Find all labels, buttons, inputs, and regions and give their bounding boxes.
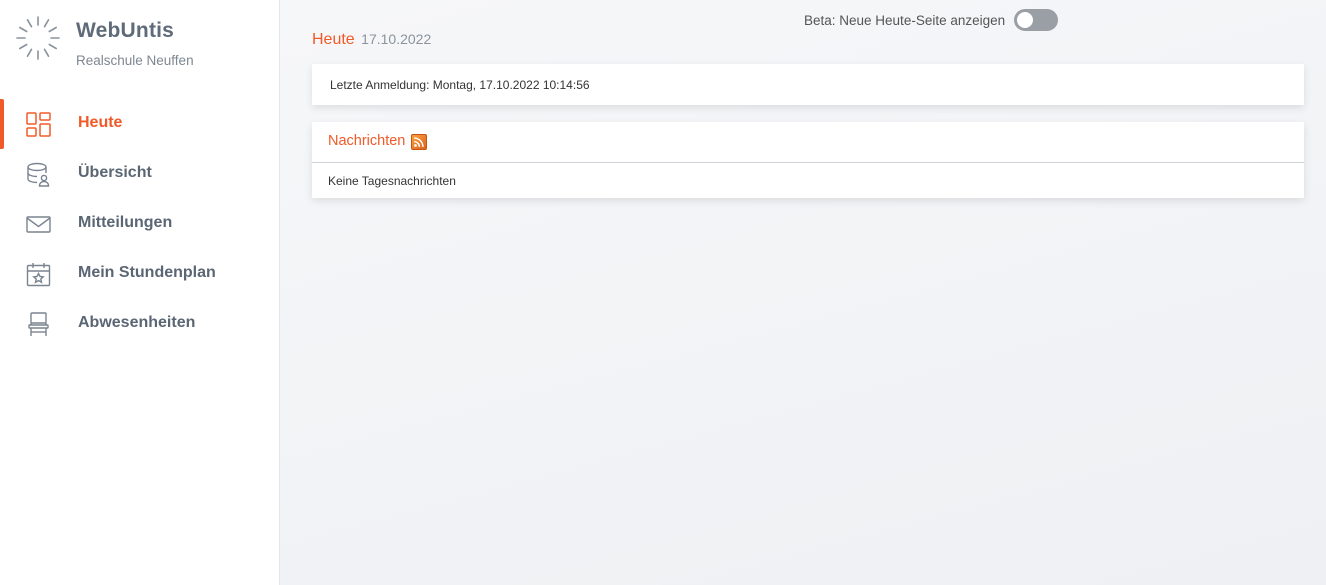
sidebar-item-uebersicht[interactable]: Übersicht [0,149,279,199]
main-content: Beta: Neue Heute-Seite anzeigen Heute 17… [280,0,1326,585]
last-login-card: Letzte Anmeldung: Montag, 17.10.2022 10:… [312,64,1304,105]
main-nav: Heute Übersicht Mitteilungen Mein Stunde… [0,99,279,349]
rss-feed-icon[interactable] [411,134,427,150]
sidebar-item-heute[interactable]: Heute [0,99,279,149]
toggle-knob [1017,12,1034,28]
sidebar-item-label: Mein Stundenplan [78,264,216,281]
calendar-star-icon [26,263,51,287]
news-card-header: Nachrichten [312,122,1304,163]
page-heading: Heute 17.10.2022 [312,31,431,49]
last-login-text: Letzte Anmeldung: Montag, 17.10.2022 10:… [330,78,590,92]
news-card: Nachrichten Keine Tagesnachrichten [312,122,1304,198]
database-user-icon [27,162,50,187]
beta-toggle-label: Beta: Neue Heute-Seite anzeigen [804,12,1006,28]
beta-toggle-row: Beta: Neue Heute-Seite anzeigen [804,9,1059,31]
sidebar-item-mitteilungen[interactable]: Mitteilungen [0,199,279,249]
school-name: Realschule Neuffen [76,53,194,68]
news-empty-text: Keine Tagesnachrichten [328,174,456,188]
webuntis-logo-icon [16,16,60,60]
envelope-icon [26,216,51,233]
brand-title: WebUntis [76,19,175,42]
brand[interactable]: WebUntis Realschule Neuffen [14,14,264,74]
sidebar-item-label: Mitteilungen [78,214,173,231]
sidebar-item-abwesenheiten[interactable]: Abwesenheiten [0,299,279,349]
news-title: Nachrichten [328,133,406,149]
sidebar: WebUntis Realschule Neuffen Heute Übersi… [0,0,280,585]
sidebar-item-label: Übersicht [78,164,152,181]
beta-toggle-switch[interactable] [1014,9,1059,31]
sidebar-item-label: Abwesenheiten [78,314,196,331]
sidebar-item-stundenplan[interactable]: Mein Stundenplan [0,249,279,299]
page-date: 17.10.2022 [361,31,432,47]
page-title: Heute [312,31,355,48]
chair-icon [28,312,49,336]
sidebar-item-label: Heute [78,114,123,131]
dashboard-icon [26,112,51,137]
